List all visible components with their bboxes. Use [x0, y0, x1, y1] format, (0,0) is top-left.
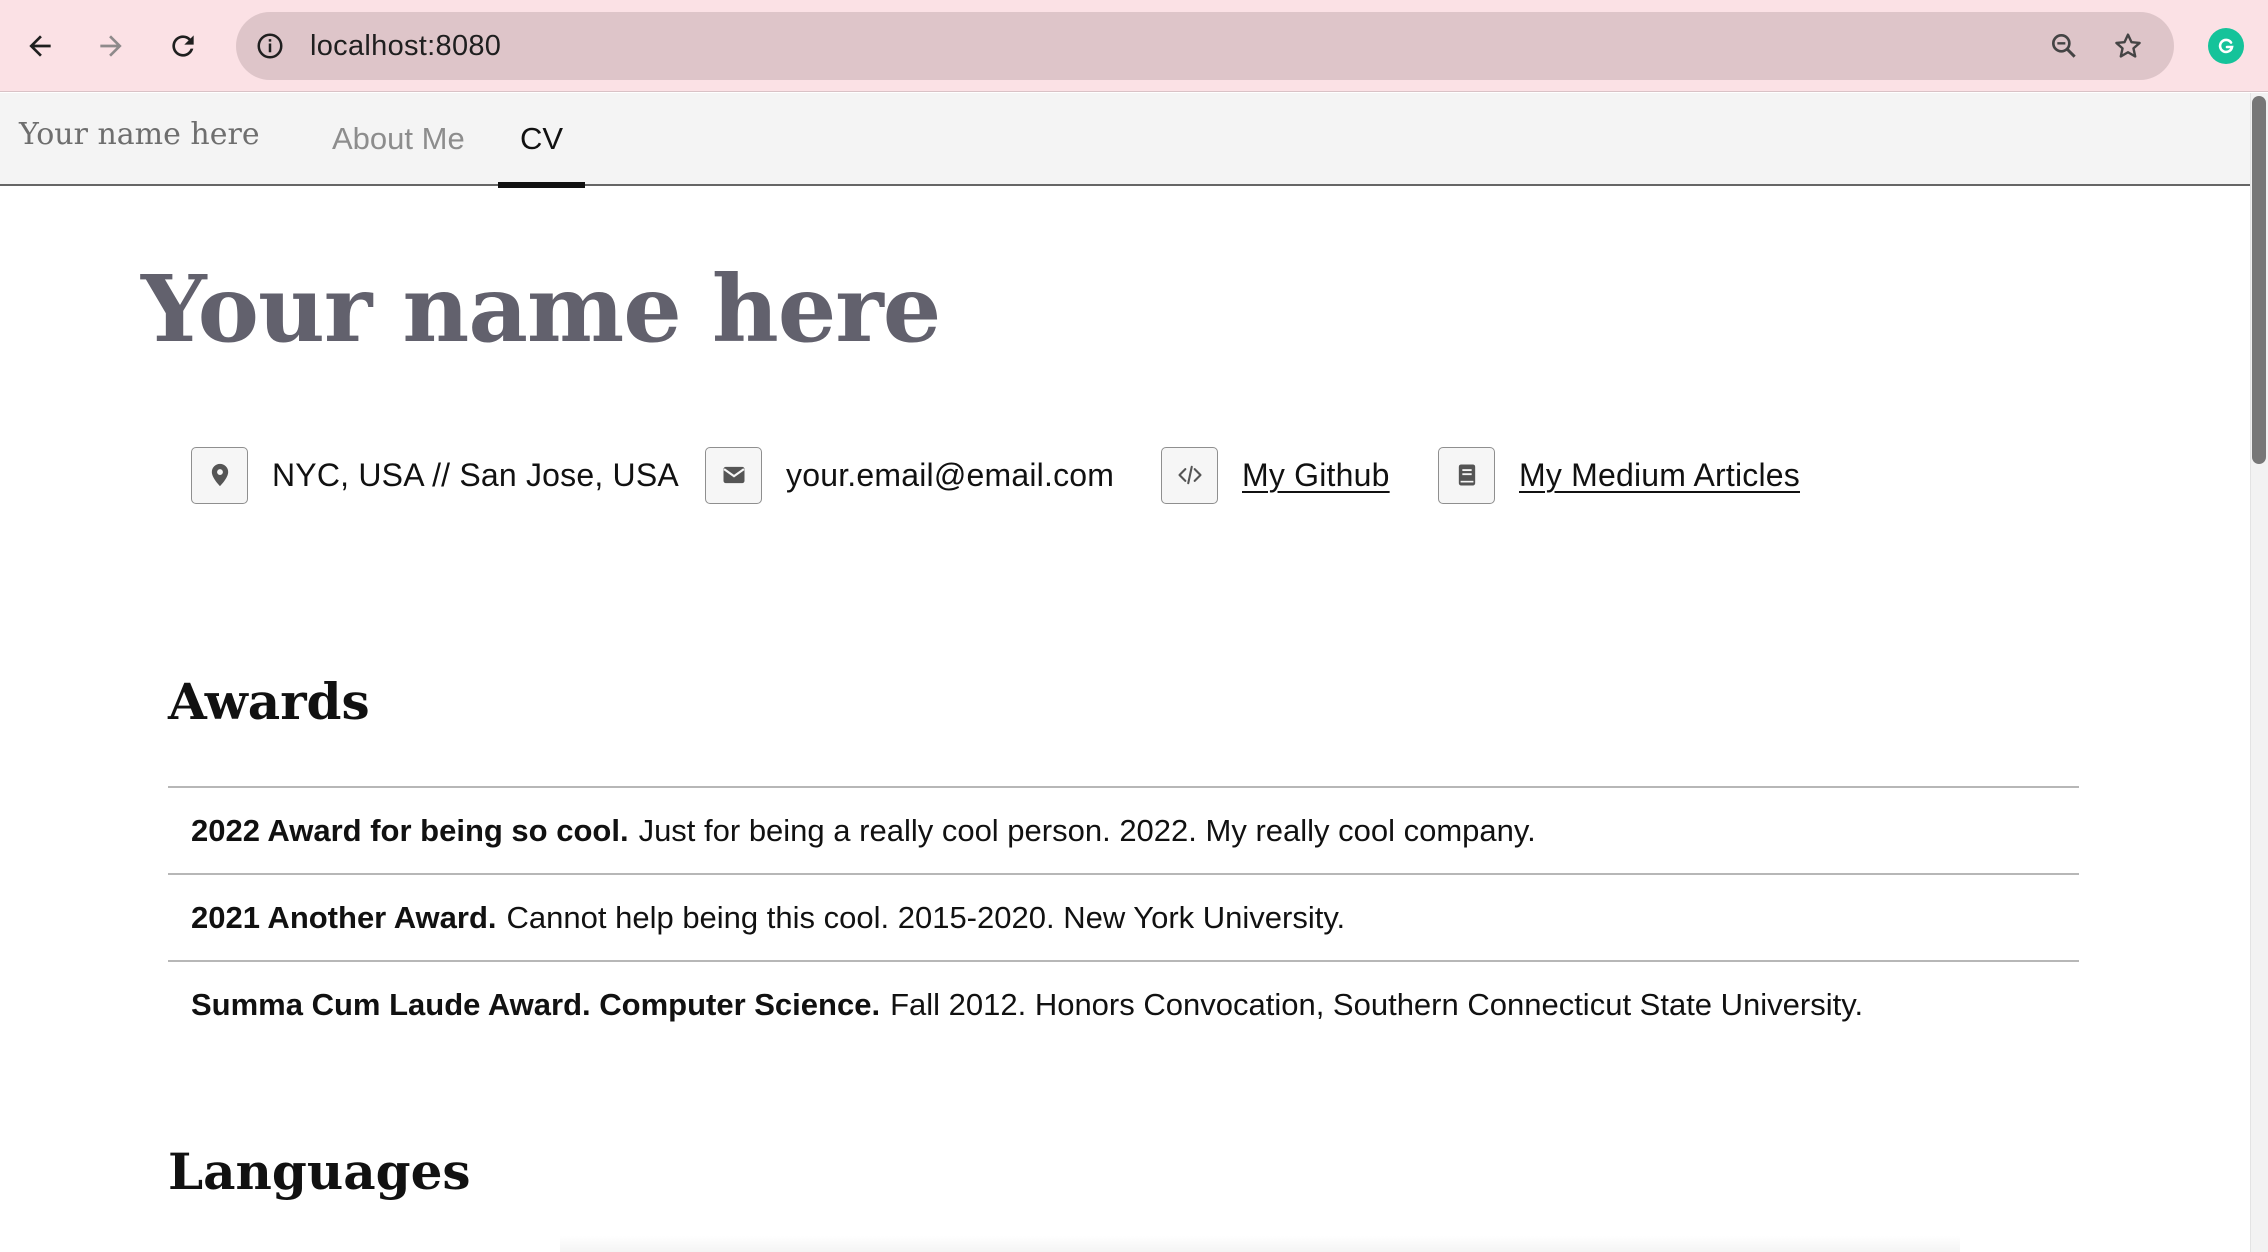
- forward-button[interactable]: [83, 18, 139, 74]
- awards-heading: Awards: [168, 672, 370, 731]
- github-link[interactable]: My Github: [1242, 457, 1390, 494]
- contact-email: your.email@email.com: [705, 446, 1114, 504]
- email-text: your.email@email.com: [786, 456, 1115, 493]
- award-item: Summa Cum Laude Award. Computer Science.…: [168, 960, 2079, 1047]
- award-details: Fall 2012. Honors Convocation, Southern …: [890, 986, 1864, 1022]
- site-info-icon: [257, 33, 283, 59]
- reload-button[interactable]: [155, 18, 211, 74]
- award-item: 2022 Award for being so cool. Just for b…: [168, 786, 2079, 873]
- forward-arrow-icon: [100, 35, 122, 57]
- bookmark-button[interactable]: [2108, 26, 2148, 66]
- awards-list: 2022 Award for being so cool. Just for b…: [168, 786, 2079, 1047]
- scrollbar-thumb[interactable]: [2252, 96, 2266, 464]
- medium-articles-link[interactable]: My Medium Articles: [1519, 457, 1800, 494]
- award-title: 2021 Another Award.: [191, 899, 497, 935]
- back-arrow-icon: [29, 35, 51, 57]
- envelope-icon: [705, 446, 762, 504]
- address-bar[interactable]: localhost:8080: [236, 12, 2174, 80]
- location-text: NYC, USA // San Jose, USA: [272, 456, 679, 493]
- contact-location: NYC, USA // San Jose, USA: [191, 446, 679, 504]
- tab-cv[interactable]: CV: [498, 93, 586, 188]
- award-item: 2021 Another Award. Cannot help being th…: [168, 873, 2079, 960]
- back-button[interactable]: [12, 18, 68, 74]
- page-title: Your name here: [141, 255, 941, 363]
- languages-card-edge: [560, 1236, 1960, 1252]
- award-details: Cannot help being this cool. 2015-2020. …: [506, 899, 1346, 935]
- grammarly-icon: [2218, 38, 2234, 54]
- star-icon: [2115, 33, 2141, 58]
- url-text[interactable]: localhost:8080: [310, 12, 501, 80]
- zoom-button[interactable]: [2044, 26, 2084, 66]
- award-details: Just for being a really cool person. 202…: [638, 812, 1536, 848]
- tab-about-me[interactable]: About Me: [310, 93, 487, 186]
- grammarly-extension-button[interactable]: [2208, 28, 2244, 64]
- brand-link[interactable]: Your name here: [19, 117, 260, 152]
- languages-heading: Languages: [168, 1142, 471, 1201]
- award-title: Summa Cum Laude Award. Computer Science.: [191, 986, 881, 1022]
- zoom-icon: [2052, 33, 2076, 58]
- site-navbar: Your name here About Me CV: [0, 93, 2250, 188]
- book-icon: [1438, 446, 1495, 504]
- location-pin-icon: [191, 446, 248, 504]
- code-icon: [1161, 446, 1218, 504]
- site-info-button[interactable]: [250, 26, 290, 66]
- browser-toolbar: localhost:8080: [0, 0, 2268, 92]
- contact-medium: My Medium Articles: [1438, 446, 1800, 504]
- contact-github: My Github: [1161, 446, 1390, 504]
- award-title: 2022 Award for being so cool.: [191, 812, 629, 848]
- reload-icon: [172, 35, 194, 57]
